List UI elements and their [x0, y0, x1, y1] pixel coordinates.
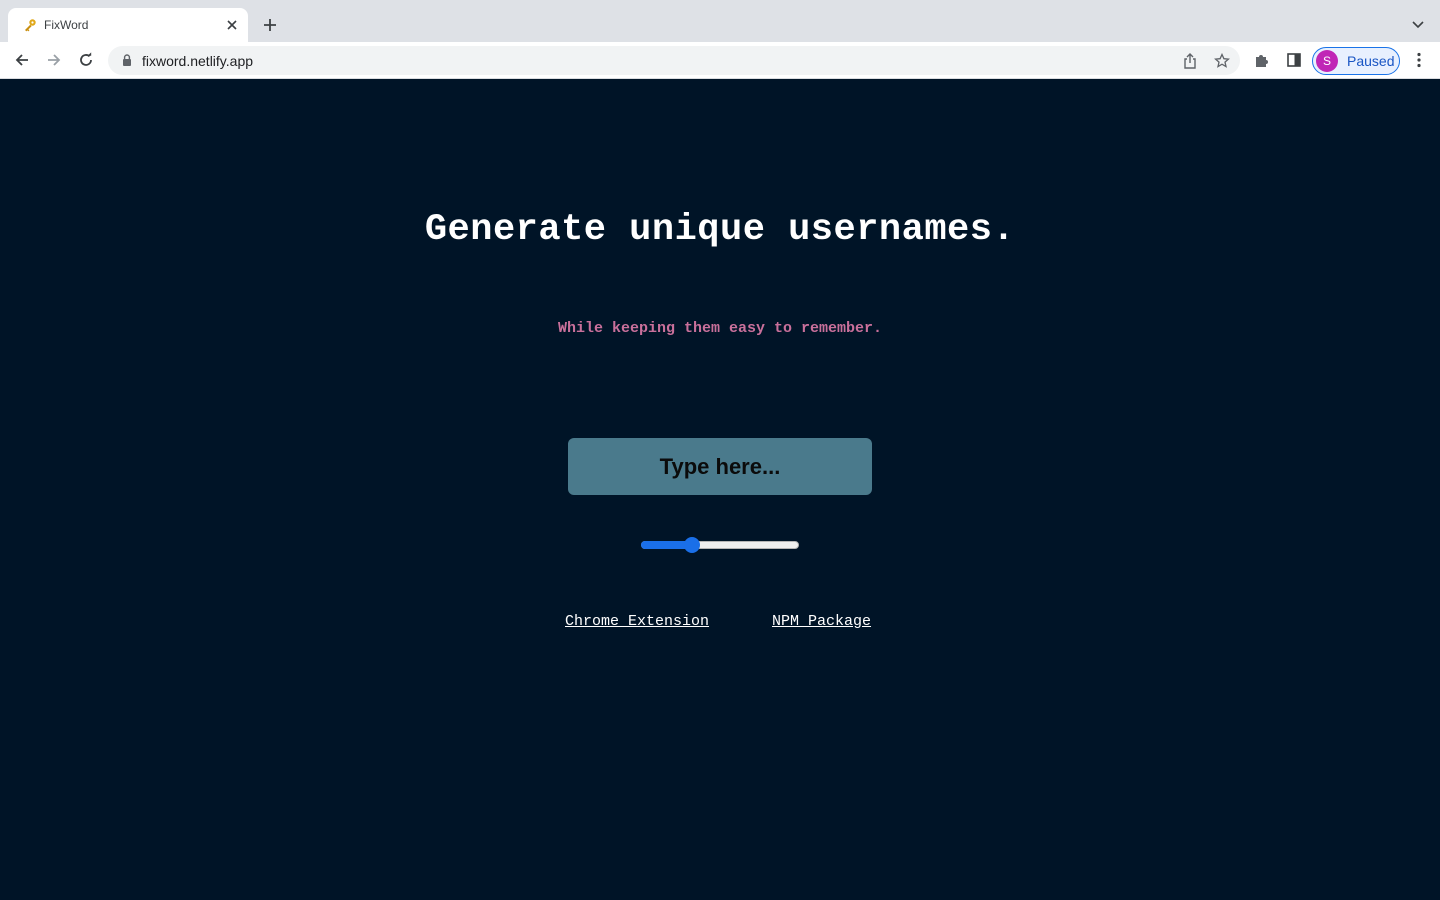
profile-status-label: Paused: [1347, 53, 1395, 69]
tab-title: FixWord: [44, 18, 89, 32]
chrome-extension-link[interactable]: Chrome Extension: [565, 613, 709, 630]
chevron-down-icon[interactable]: [1406, 13, 1430, 37]
reload-icon[interactable]: [74, 48, 98, 72]
npm-package-link[interactable]: NPM Package: [772, 613, 871, 630]
page-title: Generate unique usernames.: [424, 209, 1016, 251]
page-subtitle: While keeping them easy to remember.: [557, 320, 883, 337]
profile-button[interactable]: S Paused: [1312, 47, 1400, 75]
length-slider[interactable]: [641, 537, 799, 553]
side-panel-icon[interactable]: [1283, 49, 1305, 71]
share-icon[interactable]: [1181, 52, 1199, 70]
star-bookmark-icon[interactable]: [1213, 52, 1231, 70]
new-tab-icon[interactable]: [258, 13, 282, 37]
browser-tab-active[interactable]: FixWord: [8, 8, 248, 42]
back-arrow-icon[interactable]: [10, 48, 34, 72]
browser-toolbar: fixword.netlify.app S Paused: [0, 42, 1440, 79]
avatar: S: [1316, 50, 1338, 72]
address-bar[interactable]: fixword.netlify.app: [108, 46, 1240, 75]
extensions-puzzle-icon[interactable]: [1251, 49, 1273, 71]
username-input[interactable]: [568, 438, 872, 495]
slider-thumb[interactable]: [684, 537, 700, 553]
close-tab-icon[interactable]: [224, 17, 240, 33]
page-content: Generate unique usernames. While keeping…: [0, 79, 1440, 900]
lock-icon: [120, 53, 134, 67]
url-text: fixword.netlify.app: [142, 53, 254, 69]
forward-arrow-icon[interactable]: [42, 48, 66, 72]
key-icon: [22, 17, 38, 33]
browser-tab-strip: FixWord: [0, 0, 1440, 42]
more-menu-icon[interactable]: [1408, 49, 1430, 71]
